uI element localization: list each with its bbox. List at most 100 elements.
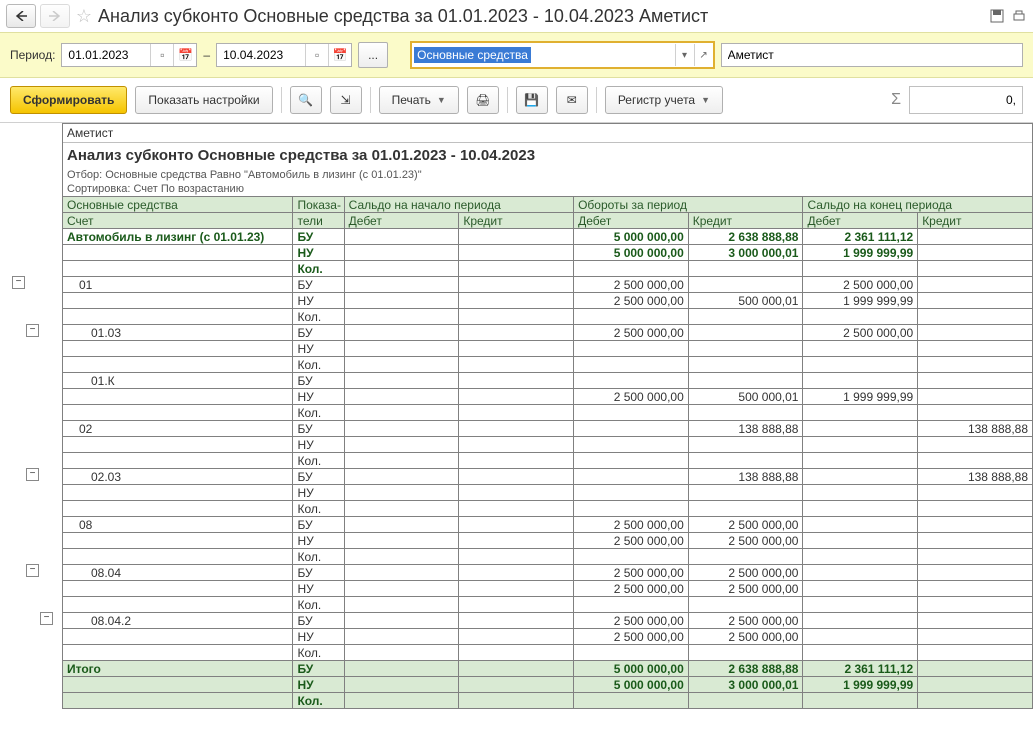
table-row: Кол. (63, 501, 1033, 517)
cell (918, 517, 1033, 533)
save-file-button[interactable]: 💾 (516, 86, 548, 114)
date-from-clear[interactable]: ▫ (150, 44, 173, 66)
row-name (63, 437, 293, 453)
cell (344, 581, 459, 597)
table-row: 01.03 БУ 2 500 000,00 2 500 000,00 (63, 325, 1033, 341)
hdr-turn: Обороты за период (574, 197, 803, 213)
cell (459, 357, 574, 373)
cell (918, 661, 1033, 677)
find-button[interactable]: 🔍 (290, 86, 322, 114)
cell (574, 373, 689, 389)
date-from-input[interactable] (62, 45, 150, 65)
org-input-wrap (721, 43, 1023, 67)
back-button[interactable] (6, 4, 36, 28)
row-kind: Кол. (293, 501, 344, 517)
date-to-input[interactable] (217, 45, 305, 65)
separator (281, 87, 282, 113)
registry-button[interactable]: Регистр учета ▼ (605, 86, 723, 114)
generate-button[interactable]: Сформировать (10, 86, 127, 114)
period-label: Период: (10, 48, 55, 62)
cell (688, 309, 803, 325)
hdr-end: Сальдо на конец периода (803, 197, 1033, 213)
row-name (63, 261, 293, 277)
print-button[interactable]: Печать ▼ (379, 86, 459, 114)
row-name: 02 (63, 421, 293, 437)
row-name (63, 549, 293, 565)
row-name: Автомобиль в лизинг (с 01.01.23) (63, 229, 293, 245)
cell (574, 437, 689, 453)
row-name: Итого (63, 661, 293, 677)
cell (344, 277, 459, 293)
subconto-open-icon[interactable]: ↗ (694, 44, 713, 66)
period-picker-button[interactable]: ... (358, 42, 388, 68)
cell (459, 373, 574, 389)
cell (459, 389, 574, 405)
show-settings-button[interactable]: Показать настройки (135, 86, 272, 114)
table-row: НУ (63, 437, 1033, 453)
cell: 1 999 999,99 (803, 389, 918, 405)
toolbar: Сформировать Показать настройки 🔍 ⇲ Печа… (0, 78, 1033, 123)
expand-node[interactable]: − (12, 276, 25, 289)
cell: 500 000,01 (688, 293, 803, 309)
table-row: Кол. (63, 261, 1033, 277)
row-kind: Кол. (293, 261, 344, 277)
cell (688, 597, 803, 613)
date-to-clear[interactable]: ▫ (305, 44, 328, 66)
table-row: 02.03 БУ 138 888,88 138 888,88 (63, 469, 1033, 485)
cell: 5 000 000,00 (574, 661, 689, 677)
cell (918, 245, 1033, 261)
expand-node[interactable]: − (40, 612, 53, 625)
row-kind: НУ (293, 389, 344, 405)
row-name (63, 357, 293, 373)
cell (803, 533, 918, 549)
print-icon[interactable] (1011, 8, 1027, 24)
cell (459, 261, 574, 277)
subconto-combo[interactable]: Основные средства ▾ ↗ (410, 41, 714, 69)
expand-node[interactable]: − (26, 324, 39, 337)
cell (918, 325, 1033, 341)
row-name (63, 533, 293, 549)
cell: 2 500 000,00 (688, 533, 803, 549)
date-to-calendar-icon[interactable]: 📅 (328, 44, 351, 66)
row-kind: БУ (293, 469, 344, 485)
cell (918, 229, 1033, 245)
cell (344, 597, 459, 613)
cell: 2 500 000,00 (574, 277, 689, 293)
cell (688, 341, 803, 357)
expand-node[interactable]: − (26, 468, 39, 481)
table-row: 08.04 БУ 2 500 000,00 2 500 000,00 (63, 565, 1033, 581)
cell (459, 533, 574, 549)
report: Аметист Анализ субконто Основные средств… (62, 123, 1033, 709)
save-icon[interactable] (989, 8, 1005, 24)
separator (507, 87, 508, 113)
table-row: 01.К БУ (63, 373, 1033, 389)
subconto-dropdown-icon[interactable]: ▾ (675, 44, 694, 66)
cell: 2 500 000,00 (574, 293, 689, 309)
print-icon-button[interactable]: 🖨 (467, 86, 499, 114)
cell: 138 888,88 (918, 469, 1033, 485)
forward-button[interactable] (40, 4, 70, 28)
cell (344, 293, 459, 309)
sum-display[interactable] (909, 86, 1023, 114)
email-button[interactable]: ✉ (556, 86, 588, 114)
cell (918, 677, 1033, 693)
expand-button[interactable]: ⇲ (330, 86, 362, 114)
cell (803, 341, 918, 357)
cell (459, 549, 574, 565)
cell (459, 245, 574, 261)
row-kind: БУ (293, 277, 344, 293)
cell (688, 501, 803, 517)
favorite-icon[interactable]: ☆ (74, 6, 94, 26)
cell (459, 405, 574, 421)
hdr-credit: Кредит (918, 213, 1033, 229)
expand-node[interactable]: − (26, 564, 39, 577)
date-from-calendar-icon[interactable]: 📅 (173, 44, 196, 66)
title-bar: ☆ Анализ субконто Основные средства за 0… (0, 0, 1033, 32)
row-kind: БУ (293, 421, 344, 437)
cell (918, 261, 1033, 277)
cell (918, 501, 1033, 517)
cell: 2 500 000,00 (803, 325, 918, 341)
row-name (63, 677, 293, 693)
cell (459, 309, 574, 325)
org-input[interactable] (722, 45, 1022, 65)
